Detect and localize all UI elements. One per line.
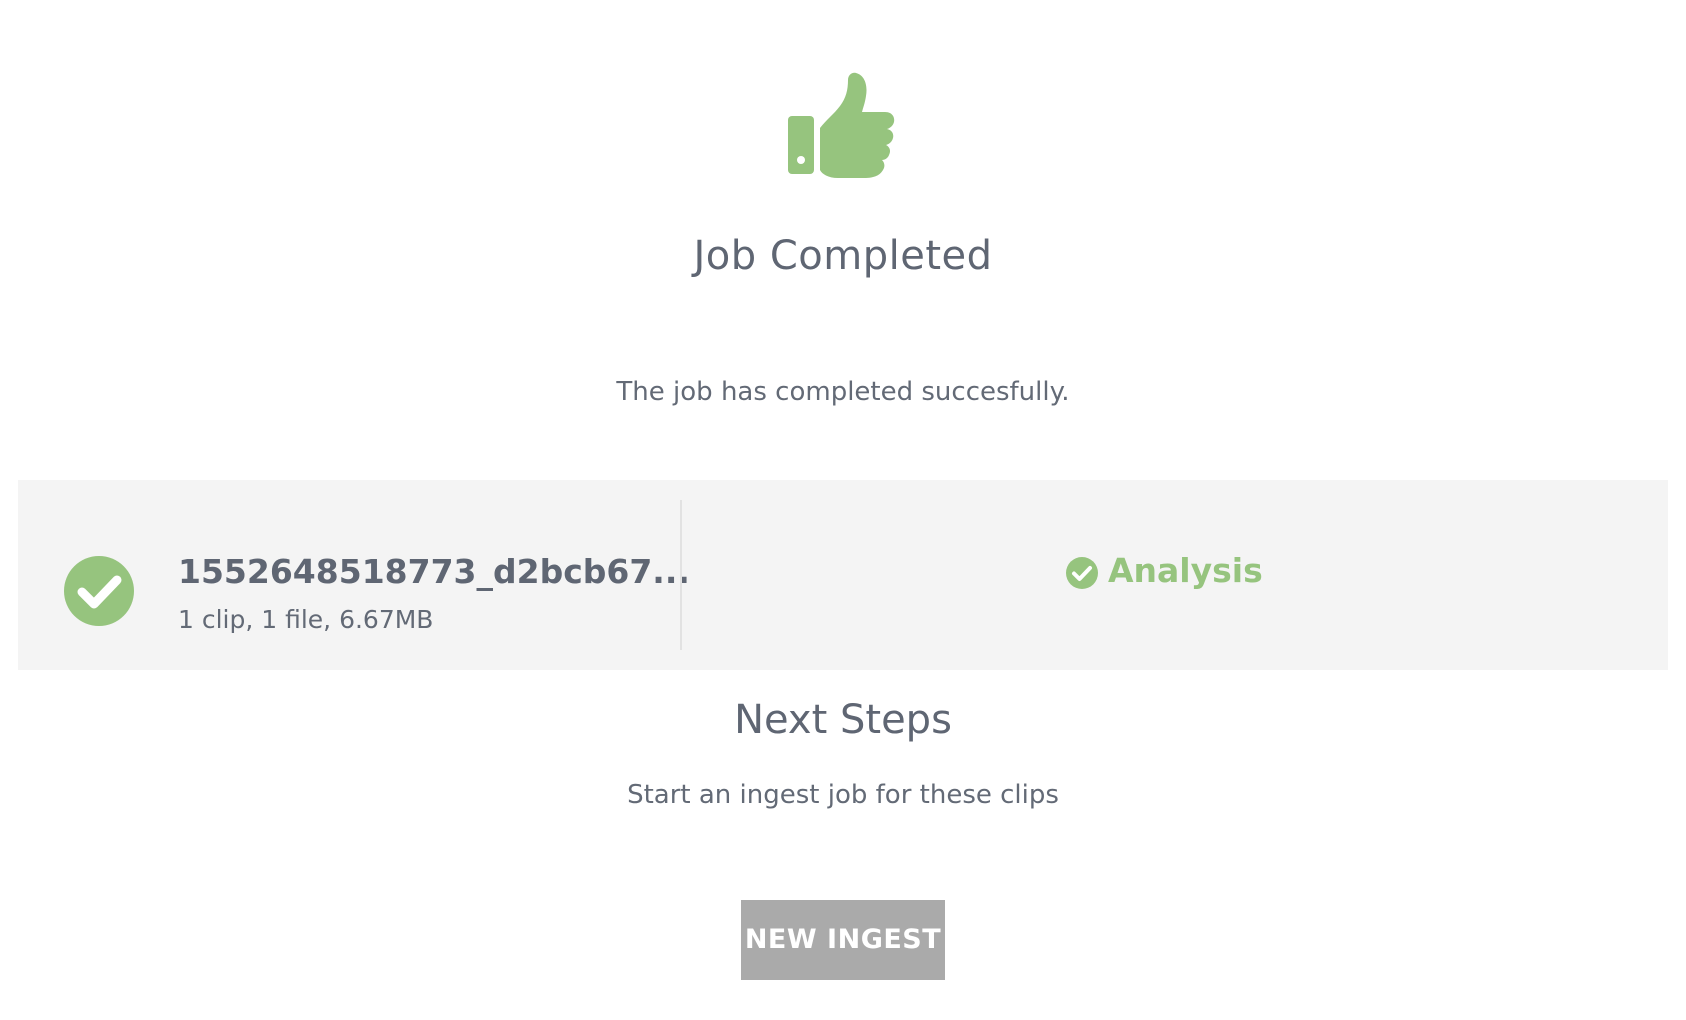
page-title: Job Completed xyxy=(693,233,993,279)
new-ingest-button[interactable]: NEW INGEST xyxy=(741,900,945,980)
job-stats: 1 clip, 1 file, 6.67MB xyxy=(178,605,434,634)
analysis-status: Analysis xyxy=(1066,549,1263,593)
job-name: 1552648518773_d2bcb67... xyxy=(178,552,690,591)
next-steps-title: Next Steps xyxy=(734,697,952,743)
job-summary-panel: 1552648518773_d2bcb67... 1 clip, 1 file,… xyxy=(18,480,1668,670)
check-circle-icon xyxy=(64,556,134,626)
next-steps-description: Start an ingest job for these clips xyxy=(627,780,1059,810)
thumbs-up-icon xyxy=(788,72,895,178)
check-circle-icon xyxy=(1066,557,1098,589)
analysis-label: Analysis xyxy=(1108,551,1263,590)
completion-message: The job has completed succesfully. xyxy=(616,377,1070,407)
panel-divider xyxy=(680,500,682,650)
